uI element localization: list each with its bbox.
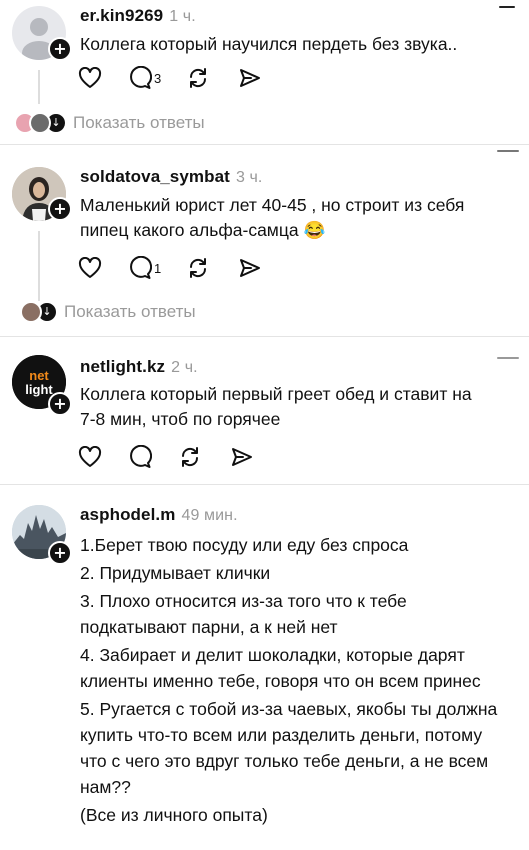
- post-2: + soldatova_symbat 3 ч. Маленький юрист л…: [0, 145, 529, 335]
- repost-button[interactable]: [186, 254, 238, 282]
- follow-plus-icon[interactable]: +: [48, 197, 72, 221]
- repost-button[interactable]: [178, 443, 230, 471]
- username[interactable]: asphodel.m: [80, 505, 175, 524]
- like-button[interactable]: [78, 64, 128, 92]
- follow-plus-icon[interactable]: +: [48, 541, 72, 565]
- reply-avatar: [20, 301, 42, 323]
- repost-icon: [189, 68, 207, 88]
- share-icon: [240, 259, 260, 277]
- reply-count: 3: [154, 70, 162, 86]
- svg-text:net: net: [29, 368, 49, 383]
- post-text: Коллега который научился пердеть без зву…: [80, 34, 458, 54]
- follow-plus-icon[interactable]: +: [48, 37, 72, 61]
- repost-icon: [189, 258, 207, 278]
- post-time: 49 мин.: [181, 507, 238, 524]
- post-time: 3 ч.: [235, 169, 263, 186]
- post-text-line: 4. Забирает и делит шоколадки, которые д…: [80, 645, 481, 691]
- like-button[interactable]: [78, 254, 128, 282]
- share-icon: [232, 448, 252, 466]
- comment-button[interactable]: [128, 443, 178, 471]
- post-text-line: 5. Ругается с тобой из-за чаевых, якобы …: [80, 699, 498, 797]
- username[interactable]: soldatova_symbat: [80, 167, 230, 186]
- thread-line: [38, 231, 40, 301]
- comment-icon: [130, 256, 152, 279]
- username[interactable]: netlight.kz: [80, 357, 165, 376]
- show-replies-link[interactable]: Показать ответы: [64, 302, 196, 322]
- reply-avatar: [29, 112, 51, 134]
- more-options-icon[interactable]: [497, 357, 519, 359]
- heart-icon: [78, 257, 102, 278]
- repost-button[interactable]: [186, 64, 238, 92]
- show-replies-link[interactable]: Показать ответы: [73, 113, 205, 133]
- heart-icon: [78, 67, 102, 88]
- post-text-line: пипец какого альфа-самца 😂: [80, 220, 326, 240]
- repost-icon: [181, 447, 199, 467]
- post-1: + er.kin9269 1 ч. Коллега который научилс…: [0, 0, 529, 140]
- thread-line: [38, 70, 40, 104]
- heart-icon: [78, 446, 102, 467]
- follow-plus-icon[interactable]: +: [48, 392, 72, 416]
- comment-icon: [130, 445, 152, 468]
- share-button[interactable]: [238, 254, 262, 282]
- more-options-icon[interactable]: [499, 6, 515, 8]
- post-text-line: (Все из личного опыта): [80, 805, 268, 825]
- post-text-line: 1.Берет твою посуду или еду без спроса: [80, 535, 409, 555]
- username[interactable]: er.kin9269: [80, 6, 163, 25]
- post-3: net light + netlight.kz 2 ч. Коллега кото…: [0, 337, 529, 477]
- post-time: 2 ч.: [171, 359, 198, 376]
- post-time: 1 ч.: [169, 8, 196, 25]
- share-button[interactable]: [230, 443, 254, 471]
- like-button[interactable]: [78, 443, 128, 471]
- comment-button[interactable]: 1: [128, 254, 186, 282]
- post-text-line: 2. Придумывает клички: [80, 563, 271, 583]
- share-icon: [240, 69, 260, 87]
- post-text-line: Маленький юрист лет 40-45 , но строит из…: [80, 195, 465, 215]
- comment-icon: [130, 66, 152, 89]
- post-text-line: Коллега который первый греет обед и став…: [80, 384, 472, 404]
- svg-text:light: light: [25, 382, 53, 397]
- show-replies-row[interactable]: ↓ Показать ответы: [14, 110, 205, 136]
- comment-button[interactable]: 3: [128, 64, 186, 92]
- reply-count: 1: [154, 260, 162, 276]
- show-replies-row[interactable]: ↓ Показать ответы: [20, 299, 196, 325]
- post-4: + asphodel.m 49 мин. 1.Берет твою посуду …: [0, 485, 529, 850]
- post-text-line: 3. Плохо относится из-за того что к тебе…: [80, 591, 407, 637]
- post-text-line: 7-8 мин, чтоб по горячее: [80, 409, 281, 429]
- share-button[interactable]: [238, 64, 262, 92]
